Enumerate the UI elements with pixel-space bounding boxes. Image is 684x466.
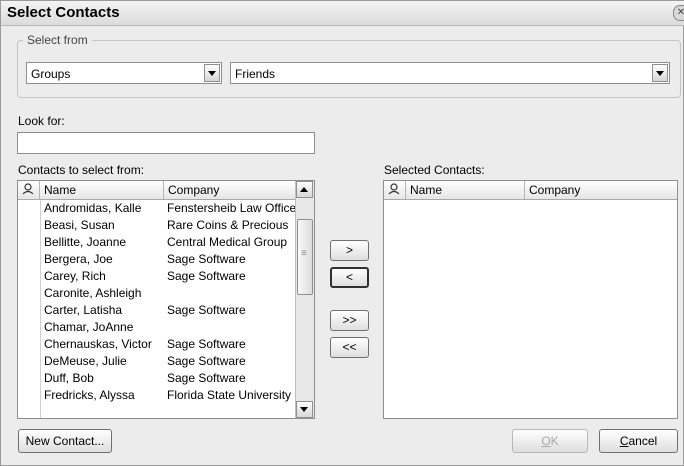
contact-name: Andromidas, Kalle — [44, 201, 142, 215]
contact-name: Chamar, JoAnne — [44, 320, 134, 334]
look-for-input[interactable] — [17, 132, 315, 154]
title-bar[interactable]: Select Contacts ✕ — [1, 1, 684, 26]
contact-name: Beasi, Susan — [44, 218, 115, 232]
contact-company: Rare Coins & Precious — [167, 218, 289, 232]
scroll-thumb[interactable] — [297, 219, 313, 295]
add-selected-button[interactable]: > — [330, 240, 369, 261]
table-row[interactable]: Bellitte, Joanne Central Medical Group — [18, 234, 298, 251]
group-dropdown[interactable]: Friends — [230, 62, 670, 84]
ok-button[interactable]: OK — [512, 429, 588, 453]
chevron-down-icon[interactable] — [652, 64, 668, 82]
table-row[interactable]: Bergera, Joe Sage Software — [18, 251, 298, 268]
contact-company: Sage Software — [167, 269, 246, 283]
name-column-header[interactable]: Name — [406, 181, 525, 199]
contact-name: Carter, Latisha — [44, 303, 123, 317]
contact-name: Bellitte, Joanne — [44, 235, 127, 249]
contact-name: Duff, Bob — [44, 371, 94, 385]
cancel-button[interactable]: Cancel — [599, 429, 678, 453]
contact-company: Central Medical Group — [167, 235, 288, 249]
name-column-header[interactable]: Name — [40, 181, 164, 199]
table-row[interactable]: Chernauskas, Victor Sage Software — [18, 336, 298, 353]
contacts-list-header: Name Company — [18, 181, 298, 200]
table-row[interactable]: Caronite, Ashleigh — [18, 285, 298, 302]
selected-contacts-list[interactable]: Name Company — [383, 180, 678, 419]
table-row[interactable]: Carey, Rich Sage Software — [18, 268, 298, 285]
chevron-down-icon[interactable] — [204, 64, 220, 82]
contact-name: Chernauskas, Victor — [44, 337, 152, 351]
contact-name: Fredricks, Alyssa — [44, 388, 135, 402]
company-column-header[interactable]: Company — [164, 181, 298, 199]
scroll-up-icon[interactable] — [296, 181, 313, 198]
contact-name: DeMeuse, Julie — [44, 354, 127, 368]
group-value: Friends — [235, 67, 276, 81]
source-type-value: Groups — [31, 67, 71, 81]
contact-company: Fenstersheib Law Office — [167, 201, 295, 215]
company-column-header[interactable]: Company — [525, 181, 677, 199]
table-row[interactable]: Chamar, JoAnne — [18, 319, 298, 336]
contacts-list-label: Contacts to select from: — [18, 163, 145, 177]
contact-company: Sage Software — [167, 303, 246, 317]
table-row[interactable]: Fredricks, Alyssa Florida State Universit… — [18, 387, 298, 404]
contact-name: Caronite, Ashleigh — [44, 286, 142, 300]
contact-name: Carey, Rich — [44, 269, 106, 283]
new-contact-button[interactable]: New Contact... — [18, 429, 112, 453]
contact-company: Sage Software — [167, 354, 246, 368]
contact-card-icon — [22, 183, 34, 195]
table-row[interactable]: Andromidas, Kalle Fenstersheib Law Office — [18, 200, 298, 217]
contact-type-column-header[interactable] — [384, 181, 406, 199]
selected-list-header: Name Company — [384, 181, 677, 200]
table-row[interactable]: DeMeuse, Julie Sage Software — [18, 353, 298, 370]
ok-mnemonic: O — [541, 434, 551, 448]
contact-card-icon — [388, 183, 400, 195]
table-row[interactable]: Duff, Bob Sage Software — [18, 370, 298, 387]
contact-company: Sage Software — [167, 337, 246, 351]
ok-label: K — [550, 434, 559, 448]
contacts-list[interactable]: Name Company Andromidas, Kalle Fenstershe… — [17, 180, 315, 419]
scroll-down-icon[interactable] — [296, 401, 313, 418]
source-type-dropdown[interactable]: Groups — [26, 62, 222, 84]
select-contacts-dialog: Select Contacts ✕ Select from Groups Fri… — [0, 0, 684, 466]
table-row[interactable]: Beasi, Susan Rare Coins & Precious — [18, 217, 298, 234]
contact-name: Bergera, Joe — [44, 252, 113, 266]
dialog-title: Select Contacts — [7, 4, 120, 21]
add-all-button[interactable]: >> — [330, 310, 369, 331]
contacts-scrollbar[interactable] — [295, 181, 314, 418]
contact-company: Sage Software — [167, 252, 246, 266]
contact-company: Sage Software — [167, 371, 246, 385]
contact-type-column-header[interactable] — [18, 181, 40, 199]
remove-selected-button[interactable]: < — [330, 267, 369, 288]
table-row[interactable]: Carter, Latisha Sage Software — [18, 302, 298, 319]
remove-all-button[interactable]: << — [330, 337, 369, 358]
selected-list-label: Selected Contacts: — [384, 163, 485, 177]
cancel-label: ancel — [628, 434, 658, 448]
close-icon[interactable]: ✕ — [673, 5, 684, 21]
contact-company: Florida State University — [167, 388, 292, 402]
select-from-legend: Select from — [23, 33, 92, 47]
look-for-label: Look for: — [18, 114, 65, 128]
